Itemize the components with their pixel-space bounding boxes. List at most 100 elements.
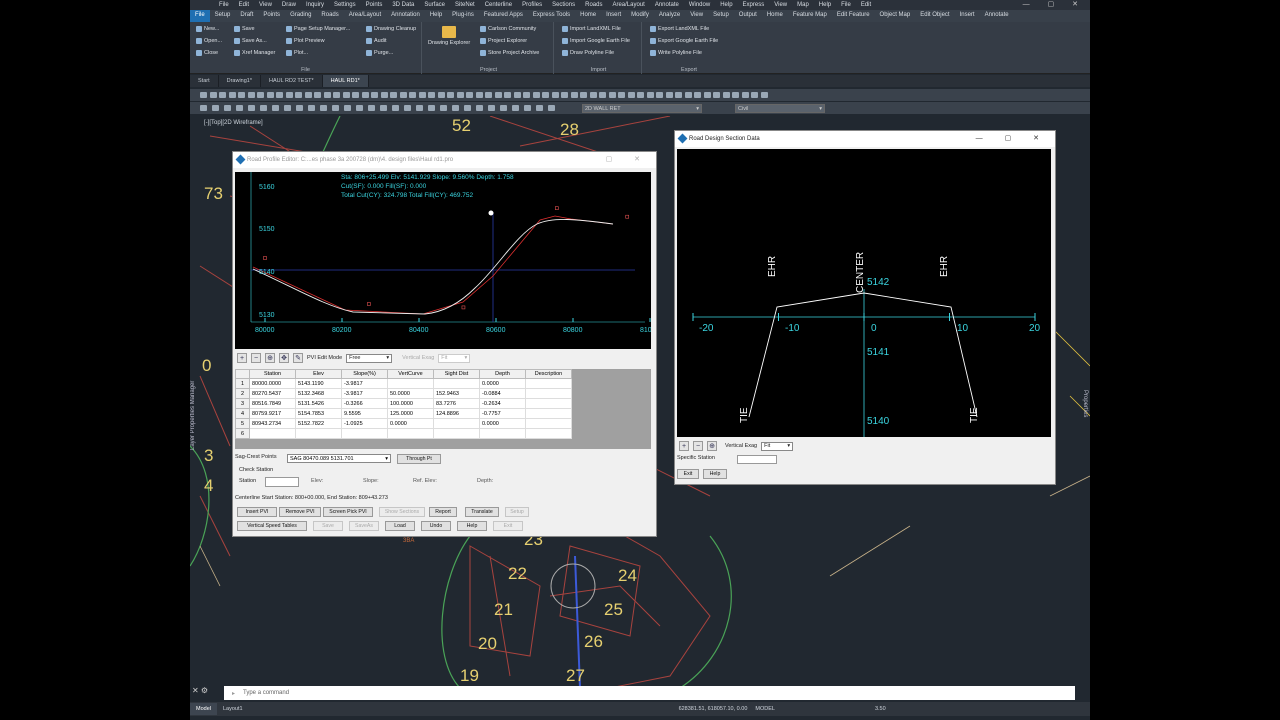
table-cell[interactable]: 80516.7849 (249, 398, 296, 409)
toolbar-tool-icon[interactable] (523, 92, 530, 98)
zoom-in-icon[interactable]: + (679, 441, 689, 451)
toolbar-tool-icon[interactable] (361, 92, 369, 98)
ribbon-tab[interactable]: Edit Object (915, 10, 954, 22)
toolbar-tool-icon[interactable] (333, 92, 340, 98)
ribbon-tab[interactable]: Setup (708, 10, 734, 22)
toolbar-tool-icon[interactable] (713, 92, 720, 98)
toolbar-tool-icon[interactable] (532, 92, 540, 98)
toolbar-tool-icon[interactable] (371, 92, 378, 98)
toolbar-tool-icon[interactable] (751, 92, 758, 98)
toolbar-tool-icon[interactable] (236, 105, 243, 111)
menu-item[interactable]: Area/Layout (607, 0, 649, 10)
import-landxml-button[interactable]: Import LandXML File (562, 26, 621, 32)
zoom-extents-icon[interactable]: ⊕ (265, 353, 275, 363)
command-line[interactable]: ▸ Type a command (224, 686, 1075, 700)
vertical-exag-dropdown[interactable]: Fit ▾ (438, 353, 471, 363)
table-cell[interactable] (525, 378, 572, 389)
pvi-marker[interactable] (367, 302, 371, 306)
column-header[interactable]: Description (525, 369, 572, 379)
close-button[interactable]: Close (196, 50, 218, 56)
toolbar-tool-icon[interactable] (494, 92, 502, 98)
document-tab[interactable]: Drawing1* (219, 75, 261, 87)
save-button[interactable]: Save (234, 26, 255, 32)
toolbar-tool-icon[interactable] (428, 105, 435, 111)
section-chart[interactable]: -20 -10 0 10 20 5142 5141 5140 (677, 149, 1051, 437)
ribbon-tab[interactable]: Roads (316, 10, 343, 22)
table-cell[interactable]: 0.0000 (479, 418, 526, 429)
menu-item[interactable]: Help (814, 0, 836, 10)
ribbon-tab[interactable]: Area/Layout (344, 10, 386, 22)
toolbar-tool-icon[interactable] (209, 92, 217, 98)
table-cell[interactable]: 5152.7822 (295, 418, 342, 429)
carlson-community-button[interactable]: Carlson Community (480, 26, 536, 32)
toolbar-tool-icon[interactable] (266, 92, 274, 98)
toolbar-tool-icon[interactable] (684, 92, 692, 98)
toolbar-tool-icon[interactable] (314, 92, 321, 98)
table-cell[interactable]: 80000.0000 (249, 378, 296, 389)
document-tab[interactable]: HAUL RD1* (322, 75, 369, 87)
table-cell[interactable]: 5143.1190 (295, 378, 342, 389)
menu-item[interactable]: Roads (580, 0, 607, 10)
pvi-action-button[interactable]: Translate (465, 507, 499, 517)
menu-item[interactable]: Points (361, 0, 388, 10)
row-number[interactable]: 3 (235, 398, 250, 409)
column-header[interactable]: Sight Dist (433, 369, 480, 379)
toolbar-tool-icon[interactable] (320, 105, 327, 111)
column-header[interactable]: Depth (479, 369, 526, 379)
toolbar-tool-icon[interactable] (548, 105, 555, 111)
menu-item[interactable]: View (254, 0, 277, 10)
layer-properties-palette-tab[interactable]: Layer Properties Manager (190, 370, 200, 450)
ribbon-tab[interactable]: Annotate (980, 10, 1014, 22)
ribbon-tab[interactable]: Analyze (654, 10, 685, 22)
menu-item[interactable]: Edit (856, 0, 876, 10)
table-cell[interactable] (525, 398, 572, 409)
table-cell[interactable] (433, 418, 480, 429)
table-cell[interactable]: -0.7757 (479, 408, 526, 419)
table-cell[interactable]: 124.8896 (433, 408, 480, 419)
toolbar-tool-icon[interactable] (418, 92, 426, 98)
style-dropdown[interactable]: Civil ▾ (735, 104, 825, 113)
tab-model[interactable]: Model (190, 703, 217, 715)
toolbar-tool-icon[interactable] (416, 105, 423, 111)
toolbar-tool-icon[interactable] (732, 92, 739, 98)
table-cell[interactable] (249, 428, 296, 439)
toolbar-tool-icon[interactable] (224, 105, 231, 111)
table-cell[interactable]: 83.7276 (433, 398, 480, 409)
ribbon-tab[interactable]: Plug-ins (447, 10, 479, 22)
document-tab[interactable]: HAUL RD2 TEST* (261, 75, 323, 87)
toolbar-tool-icon[interactable] (228, 92, 236, 98)
ribbon-tab[interactable]: Modify (626, 10, 654, 22)
menu-item[interactable]: Map (792, 0, 814, 10)
pvi-action-button[interactable]: Setup (505, 507, 529, 517)
toolbar-tool-icon[interactable] (570, 92, 578, 98)
table-cell[interactable]: -1.0925 (341, 418, 388, 429)
menu-item[interactable]: Help (715, 0, 737, 10)
ribbon-tab[interactable]: Home (762, 10, 788, 22)
table-cell[interactable] (479, 428, 526, 439)
ribbon-tab[interactable]: Feature Map (788, 10, 832, 22)
menu-item[interactable]: File (214, 0, 234, 10)
toolbar-tool-icon[interactable] (352, 92, 359, 98)
toolbar-tool-icon[interactable] (238, 92, 245, 98)
column-header[interactable]: Slope(%) (341, 369, 388, 379)
toolbar-tool-icon[interactable] (428, 92, 435, 98)
toolbar-tool-icon[interactable] (741, 92, 749, 98)
document-tab[interactable]: Start (190, 75, 219, 87)
toolbar-tool-icon[interactable] (342, 92, 350, 98)
toolbar-tool-icon[interactable] (368, 105, 375, 111)
table-cell[interactable]: 125.0000 (387, 408, 434, 419)
toolbar-tool-icon[interactable] (722, 92, 730, 98)
ribbon-tab[interactable]: Points (258, 10, 285, 22)
new-button[interactable]: New... (196, 26, 219, 32)
toolbar-tool-icon[interactable] (409, 92, 416, 98)
toolbar-tool-icon[interactable] (512, 105, 519, 111)
table-cell[interactable]: 152.9463 (433, 388, 480, 399)
pvi-marker[interactable] (263, 256, 267, 260)
toolbar-tool-icon[interactable] (285, 92, 293, 98)
command-input[interactable]: Type a command (243, 690, 289, 696)
pvi-table[interactable]: Station Elev Slope(%) VertCurve Sight Dist De… (235, 369, 572, 439)
menu-item[interactable]: Profiles (517, 0, 547, 10)
plot-button[interactable]: Plot... (286, 50, 308, 56)
profile-action-button[interactable]: Load (385, 521, 415, 531)
toolbar-tool-icon[interactable] (513, 92, 521, 98)
